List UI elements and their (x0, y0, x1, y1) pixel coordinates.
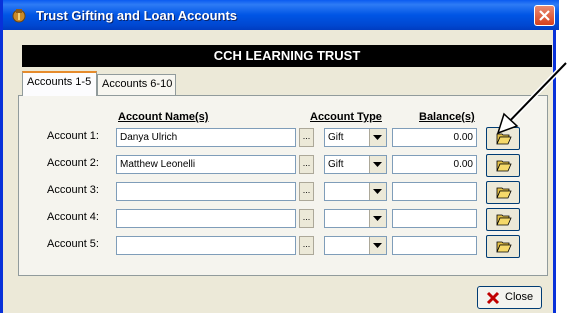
chevron-down-icon (373, 189, 382, 194)
open-folder-icon (496, 133, 512, 145)
open-folder-icon (496, 214, 512, 226)
account-1-type-select[interactable]: Gift (324, 128, 387, 147)
account-3-open-button[interactable] (486, 181, 520, 204)
account-5-type-select[interactable] (324, 236, 387, 255)
account-3-type-select[interactable] (324, 182, 387, 201)
account-2-type-value: Gift (328, 159, 344, 170)
account-3-label: Account 3: (47, 184, 99, 196)
account-1-type-dropdown[interactable] (369, 129, 386, 146)
account-3-balance-field[interactable] (392, 182, 477, 201)
account-4-balance-field[interactable] (392, 209, 477, 228)
open-folder-icon (496, 187, 512, 199)
account-5-balance-field[interactable] (392, 236, 477, 255)
account-2-name-field[interactable]: Matthew Leonelli (116, 155, 296, 174)
tab-accounts-1-5[interactable]: Accounts 1-5 (22, 71, 97, 96)
account-5-label: Account 5: (47, 238, 99, 250)
account-1-name-field[interactable]: Danya Ulrich (116, 128, 296, 147)
trust-name-banner: CCH LEARNING TRUST (22, 45, 552, 67)
close-button[interactable]: Close (477, 286, 542, 309)
open-folder-icon (496, 241, 512, 253)
account-1-ellipsis-button[interactable]: ... (299, 128, 314, 147)
balance-header: Balance(s) (419, 111, 475, 123)
account-2-balance-field[interactable]: 0.00 (392, 155, 477, 174)
account-5-type-dropdown[interactable] (369, 237, 386, 254)
account-2-type-select[interactable]: Gift (324, 155, 387, 174)
open-folder-icon (496, 160, 512, 172)
account-5-name-field[interactable] (116, 236, 296, 255)
close-button-label: Close (505, 291, 534, 303)
chevron-down-icon (373, 135, 382, 140)
account-2-open-button[interactable] (486, 154, 520, 177)
window-close-button[interactable] (534, 5, 555, 26)
account-4-open-button[interactable] (486, 208, 520, 231)
trust-app-icon (12, 9, 26, 23)
account-2-label: Account 2: (47, 157, 99, 169)
chevron-down-icon (373, 243, 382, 248)
chevron-down-icon (373, 216, 382, 221)
account-4-label: Account 4: (47, 211, 99, 223)
account-1-balance-field[interactable]: 0.00 (392, 128, 477, 147)
account-5-ellipsis-button[interactable]: ... (299, 236, 314, 255)
account-4-type-select[interactable] (324, 209, 387, 228)
account-1-type-value: Gift (328, 132, 344, 143)
account-2-type-dropdown[interactable] (369, 156, 386, 173)
chevron-down-icon (373, 162, 382, 167)
account-3-ellipsis-button[interactable]: ... (299, 182, 314, 201)
account-type-header: Account Type (310, 111, 382, 123)
account-1-label: Account 1: (47, 130, 99, 142)
tab-accounts-6-10[interactable]: Accounts 6-10 (97, 74, 176, 95)
account-1-open-button[interactable] (486, 127, 520, 150)
account-4-ellipsis-button[interactable]: ... (299, 209, 314, 228)
title-bar[interactable]: Trust Gifting and Loan Accounts (3, 0, 559, 30)
account-5-open-button[interactable] (486, 235, 520, 258)
account-4-name-field[interactable] (116, 209, 296, 228)
account-name-header: Account Name(s) (118, 111, 209, 123)
window-title: Trust Gifting and Loan Accounts (36, 8, 238, 23)
close-icon (486, 291, 500, 305)
account-3-type-dropdown[interactable] (369, 183, 386, 200)
account-4-type-dropdown[interactable] (369, 210, 386, 227)
close-icon (539, 10, 550, 21)
account-3-name-field[interactable] (116, 182, 296, 201)
account-2-ellipsis-button[interactable]: ... (299, 155, 314, 174)
